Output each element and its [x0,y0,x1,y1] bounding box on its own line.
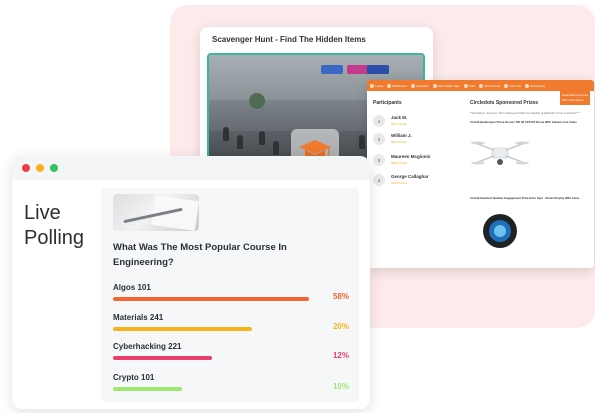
poll-option-fill [113,327,252,331]
participant-name: Maureen Mcginnis [391,154,431,159]
participant-row[interactable]: 1 Jack M. 9874 Points [373,115,407,127]
prizes-title: Circledots Sponsored Prizes [470,100,539,106]
participant-points: 8431 Points [391,140,407,144]
participant-rank: 1 [373,115,385,127]
participants-menu-bar: Lobby Dashboard Uploaded Add A Mad Clips… [367,80,594,91]
menu-icon [432,83,437,88]
participant-rank: 3 [373,154,385,166]
participant-rank: 4 [373,174,385,186]
course-thumbnail [113,194,199,231]
drone-icon[interactable] [470,132,530,176]
participant-row[interactable]: 2 William J. 8431 Points [373,133,412,145]
minimize-dot-icon[interactable] [36,164,44,172]
prize-name: Circle8 Smartest Number Engagement Prize… [470,196,580,200]
scavenger-hunt-title: Scavenger Hunt - Find The Hidden Items [212,35,366,44]
participants-title: Participants [373,100,402,106]
poll-option-percent: 12% [332,351,349,360]
scene-person [259,131,265,145]
participant-row[interactable]: 4 George Callaghar 3010 Points [373,174,429,186]
scene-sign [367,65,389,74]
poll-option-percent: 10% [332,382,349,391]
participant-points: 6859 Points [391,161,407,165]
poll-option-label: Algos 101 [113,283,151,292]
live-polling-heading: Live Polling [24,202,85,249]
menu-icon [463,83,468,88]
menu-icon [479,83,484,88]
poll-question: What Was The Most Popular Course In Engi… [113,242,287,268]
poll-option[interactable]: Materials 241 20% [113,313,353,331]
menu-item[interactable]: Networking [524,83,545,88]
participant-points: 3010 Points [391,181,407,185]
scene-person [359,135,365,149]
poll-option-bar [113,387,353,391]
menu-dropdown: Social Selfie And Image More Lobby Video… [560,91,590,105]
menu-icon [410,83,415,88]
participant-points: 9874 Points [391,122,407,126]
poll-option-fill [113,387,183,391]
poll-option[interactable]: Cyberhacking 221 12% [113,342,353,360]
menu-item[interactable]: Word Cloud [479,83,500,88]
live-polling-card: Live Polling What Was The Most Popular C… [12,156,370,409]
menu-icon [370,83,374,88]
poll-option-fill [113,356,213,360]
poll-option-bar [113,327,353,331]
prizes-disclaimer: **Disclaimer: Premium Prize Delivered Wi… [470,111,580,115]
menu-icon [504,83,509,88]
poll-option-percent: 58% [332,292,349,301]
dropdown-item[interactable]: More Lobby Videos [562,98,588,103]
poll-panel: What Was The Most Popular Course In Engi… [101,188,359,402]
scene-tree [249,93,265,109]
participants-window: Lobby Dashboard Uploaded Add A Mad Clips… [367,80,594,268]
scene-sign [321,65,343,74]
poll-option[interactable]: Crypto 101 10% [113,373,353,391]
window-titlebar [12,156,370,180]
poll-option[interactable]: Algos 101 58% [113,283,353,301]
prize-name: Circle8 Quadcopter Prime Drones TIR 4K F… [470,120,577,124]
scene-person [237,135,243,149]
participant-row[interactable]: 3 Maureen Mcginnis 6859 Points [373,154,430,166]
participant-name: George Callaghar [391,174,429,179]
menu-item[interactable]: Add A Mad Clips [432,83,460,88]
poll-option-label: Cyberhacking 221 [113,342,182,351]
poll-option-fill [113,297,309,301]
participant-name: William J. [391,133,412,138]
menu-icon [524,83,529,88]
participant-name: Jack M. [391,115,408,120]
menu-item[interactable]: Uploaded [410,83,429,88]
menu-icon [387,83,392,88]
menu-item[interactable]: Dashboard [387,83,407,88]
scene-person [223,127,229,141]
scene-sign [347,65,369,74]
app-canvas: Scavenger Hunt - Find The Hidden Items L… [0,0,595,413]
echo-spot-icon[interactable] [470,208,530,252]
poll-option-bar [113,356,353,360]
menu-item[interactable]: Lobby [370,83,383,88]
poll-option-label: Materials 241 [113,313,164,322]
menu-item[interactable]: Polls [463,83,475,88]
scene-person [273,141,279,155]
menu-item[interactable]: Vote Poll [504,83,521,88]
poll-option-percent: 20% [332,322,349,331]
poll-option-label: Crypto 101 [113,373,155,382]
poll-option-bar [113,297,353,301]
maximize-dot-icon[interactable] [50,164,58,172]
close-dot-icon[interactable] [22,164,30,172]
participant-rank: 2 [373,133,385,145]
